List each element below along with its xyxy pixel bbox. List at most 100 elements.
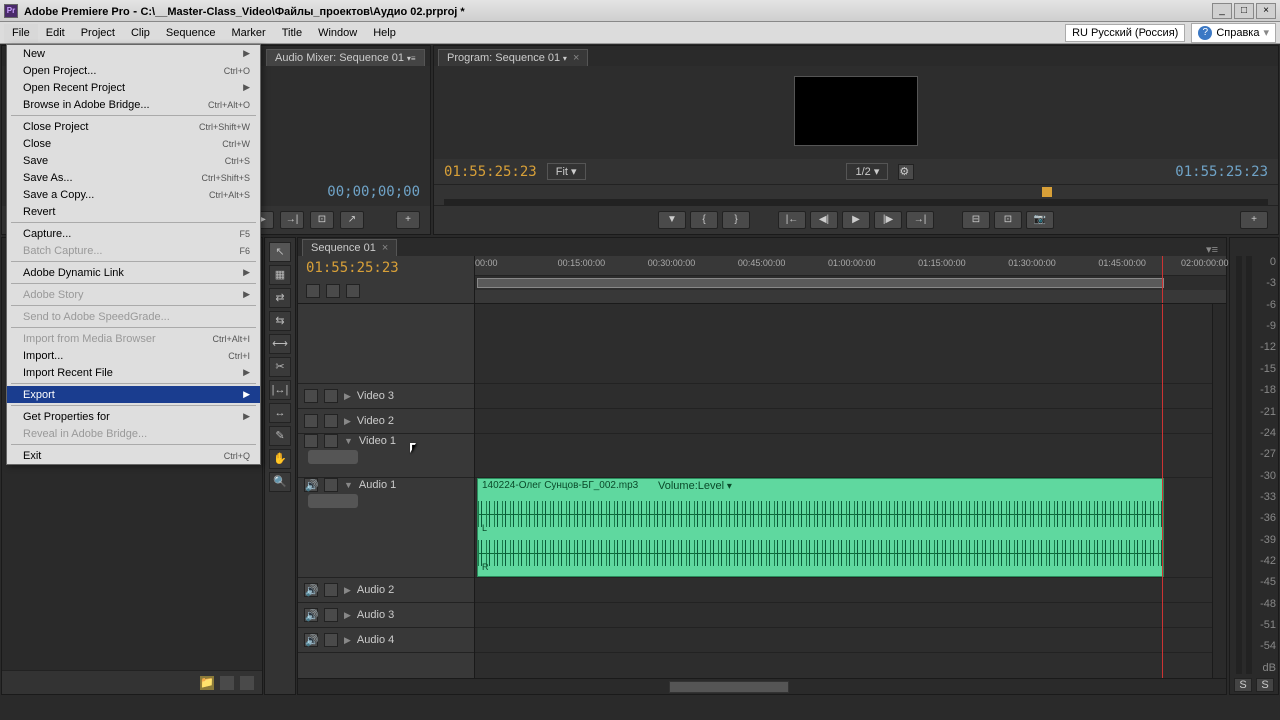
menu-file[interactable]: File (4, 24, 38, 42)
slide-tool[interactable]: ↔ (269, 403, 291, 423)
add-marker-button[interactable]: ▼ (658, 211, 686, 229)
src-overwrite-button[interactable]: ⊡ (310, 211, 334, 229)
hand-tool[interactable]: ✋ (269, 449, 291, 469)
menu-window[interactable]: Window (310, 24, 365, 42)
track-head-a3[interactable]: 🔊▶Audio 3 (298, 608, 474, 622)
opacity-slider[interactable] (308, 450, 358, 464)
mark-in-button[interactable]: { (690, 211, 718, 229)
delete-icon[interactable] (240, 676, 254, 690)
menu-item-save-as-[interactable]: Save As...Ctrl+Shift+S (7, 169, 260, 186)
menu-sequence[interactable]: Sequence (158, 24, 224, 42)
menu-title[interactable]: Title (274, 24, 310, 42)
clip-volume-label[interactable]: Volume:Level ▾ (658, 480, 732, 492)
horizontal-scrollbar[interactable] (298, 678, 1226, 694)
help-search[interactable]: ? Справка ▾ (1191, 23, 1276, 43)
lock-icon[interactable] (324, 633, 338, 647)
speaker-icon[interactable]: 🔊 (304, 478, 318, 492)
menu-clip[interactable]: Clip (123, 24, 158, 42)
track-head-v3[interactable]: ▶Video 3 (298, 389, 474, 403)
slip-tool[interactable]: |↔| (269, 380, 291, 400)
new-item-icon[interactable] (220, 676, 234, 690)
timeline-timecode[interactable]: 01:55:25:23 (306, 260, 466, 276)
menu-item-adobe-dynamic-link[interactable]: Adobe Dynamic Link▶ (7, 264, 260, 281)
track-select-tool[interactable]: ▦ (269, 265, 291, 285)
timeline-ruler-area[interactable]: 00:00 00:15:00:00 00:30:00:00 00:45:00:0… (475, 256, 1226, 303)
menu-item-export[interactable]: Export▶ (7, 386, 260, 403)
track-head-a2[interactable]: 🔊▶Audio 2 (298, 583, 474, 597)
minimize-button[interactable]: _ (1212, 3, 1232, 19)
menu-item-browse-in-adobe-bridge-[interactable]: Browse in Adobe Bridge...Ctrl+Alt+O (7, 96, 260, 113)
program-scrubber[interactable] (434, 184, 1278, 206)
zoom-fit-select[interactable]: Fit ▾ (547, 163, 586, 180)
track-head-a1[interactable]: 🔊▼Audio 1 (298, 478, 474, 492)
src-add-button[interactable]: + (396, 211, 420, 229)
sequence-tab[interactable]: Sequence 01× (302, 239, 397, 256)
playhead-marker-icon[interactable] (1042, 187, 1052, 197)
sync-lock-icon[interactable] (326, 284, 340, 298)
speaker-icon[interactable]: 🔊 (304, 633, 318, 647)
ripple-edit-tool[interactable]: ⇄ (269, 288, 291, 308)
program-in-timecode[interactable]: 01:55:25:23 (444, 164, 537, 180)
menu-item-import-[interactable]: Import...Ctrl+I (7, 347, 260, 364)
menu-item-get-properties-for[interactable]: Get Properties for▶ (7, 408, 260, 425)
menu-item-save-a-copy-[interactable]: Save a Copy...Ctrl+Alt+S (7, 186, 260, 203)
volume-slider[interactable] (308, 494, 358, 508)
solo-r-button[interactable]: S (1256, 678, 1274, 692)
rate-stretch-tool[interactable]: ⟷ (269, 334, 291, 354)
time-ruler[interactable]: 00:00 00:15:00:00 00:30:00:00 00:45:00:0… (475, 256, 1226, 276)
track-head-v2[interactable]: ▶Video 2 (298, 414, 474, 428)
selection-tool[interactable]: ↖ (269, 242, 291, 262)
step-back-button[interactable]: ◀| (810, 211, 838, 229)
maximize-button[interactable]: □ (1234, 3, 1254, 19)
lift-button[interactable]: ⊟ (962, 211, 990, 229)
audio1-track-body[interactable]: 140224-Олег Сунцов-БГ_002.mp3 Volume:Lev… (475, 478, 1226, 578)
lock-icon[interactable] (324, 434, 338, 448)
eye-icon[interactable] (304, 389, 318, 403)
razor-tool[interactable]: ✂ (269, 357, 291, 377)
src-export-button[interactable]: ↗ (340, 211, 364, 229)
go-to-in-button[interactable]: |← (778, 211, 806, 229)
audio-mixer-tab[interactable]: Audio Mixer: Sequence 01 ▾≡ (266, 49, 425, 66)
eye-icon[interactable] (304, 434, 318, 448)
menu-help[interactable]: Help (365, 24, 404, 42)
menu-item-open-project-[interactable]: Open Project...Ctrl+O (7, 62, 260, 79)
snap-icon[interactable] (306, 284, 320, 298)
timeline-playhead-line[interactable] (1162, 304, 1163, 678)
menu-item-new[interactable]: New▶ (7, 45, 260, 62)
export-frame-button[interactable]: 📷 (1026, 211, 1054, 229)
audio-clip[interactable]: 140224-Олег Сунцов-БГ_002.mp3 Volume:Lev… (477, 478, 1164, 577)
panel-menu-icon[interactable]: ▾≡ (1206, 243, 1218, 256)
menu-marker[interactable]: Marker (223, 24, 273, 42)
menu-item-revert[interactable]: Revert (7, 203, 260, 220)
program-tab[interactable]: Program: Sequence 01 ▾× (438, 49, 588, 66)
close-window-button[interactable]: × (1256, 3, 1276, 19)
close-tab-icon[interactable]: × (573, 52, 579, 64)
menu-item-capture-[interactable]: Capture...F5 (7, 225, 260, 242)
program-preview[interactable] (794, 76, 918, 146)
menu-item-close[interactable]: CloseCtrl+W (7, 135, 260, 152)
go-to-out-button[interactable]: →| (906, 211, 934, 229)
menu-item-exit[interactable]: ExitCtrl+Q (7, 447, 260, 464)
menu-item-open-recent-project[interactable]: Open Recent Project▶ (7, 79, 260, 96)
zoom-tool[interactable]: 🔍 (269, 472, 291, 492)
track-head-v1[interactable]: ▼Video 1 (298, 434, 474, 448)
step-forward-button[interactable]: |▶ (874, 211, 902, 229)
speaker-icon[interactable]: 🔊 (304, 583, 318, 597)
menu-item-import-recent-file[interactable]: Import Recent File▶ (7, 364, 260, 381)
eye-icon[interactable] (304, 414, 318, 428)
extract-button[interactable]: ⊡ (994, 211, 1022, 229)
menu-edit[interactable]: Edit (38, 24, 73, 42)
rolling-edit-tool[interactable]: ⇆ (269, 311, 291, 331)
close-sequence-icon[interactable]: × (382, 242, 388, 254)
pen-tool[interactable]: ✎ (269, 426, 291, 446)
button-editor[interactable]: + (1240, 211, 1268, 229)
work-area-bar[interactable] (475, 276, 1226, 290)
timeline-playhead[interactable] (1162, 256, 1163, 303)
mark-out-button[interactable]: } (722, 211, 750, 229)
src-insert-button[interactable]: →| (280, 211, 304, 229)
lock-icon[interactable] (324, 414, 338, 428)
menu-project[interactable]: Project (73, 24, 123, 42)
menu-item-save[interactable]: SaveCtrl+S (7, 152, 260, 169)
lock-icon[interactable] (324, 389, 338, 403)
language-selector[interactable]: RU Русский (Россия) (1065, 24, 1185, 42)
